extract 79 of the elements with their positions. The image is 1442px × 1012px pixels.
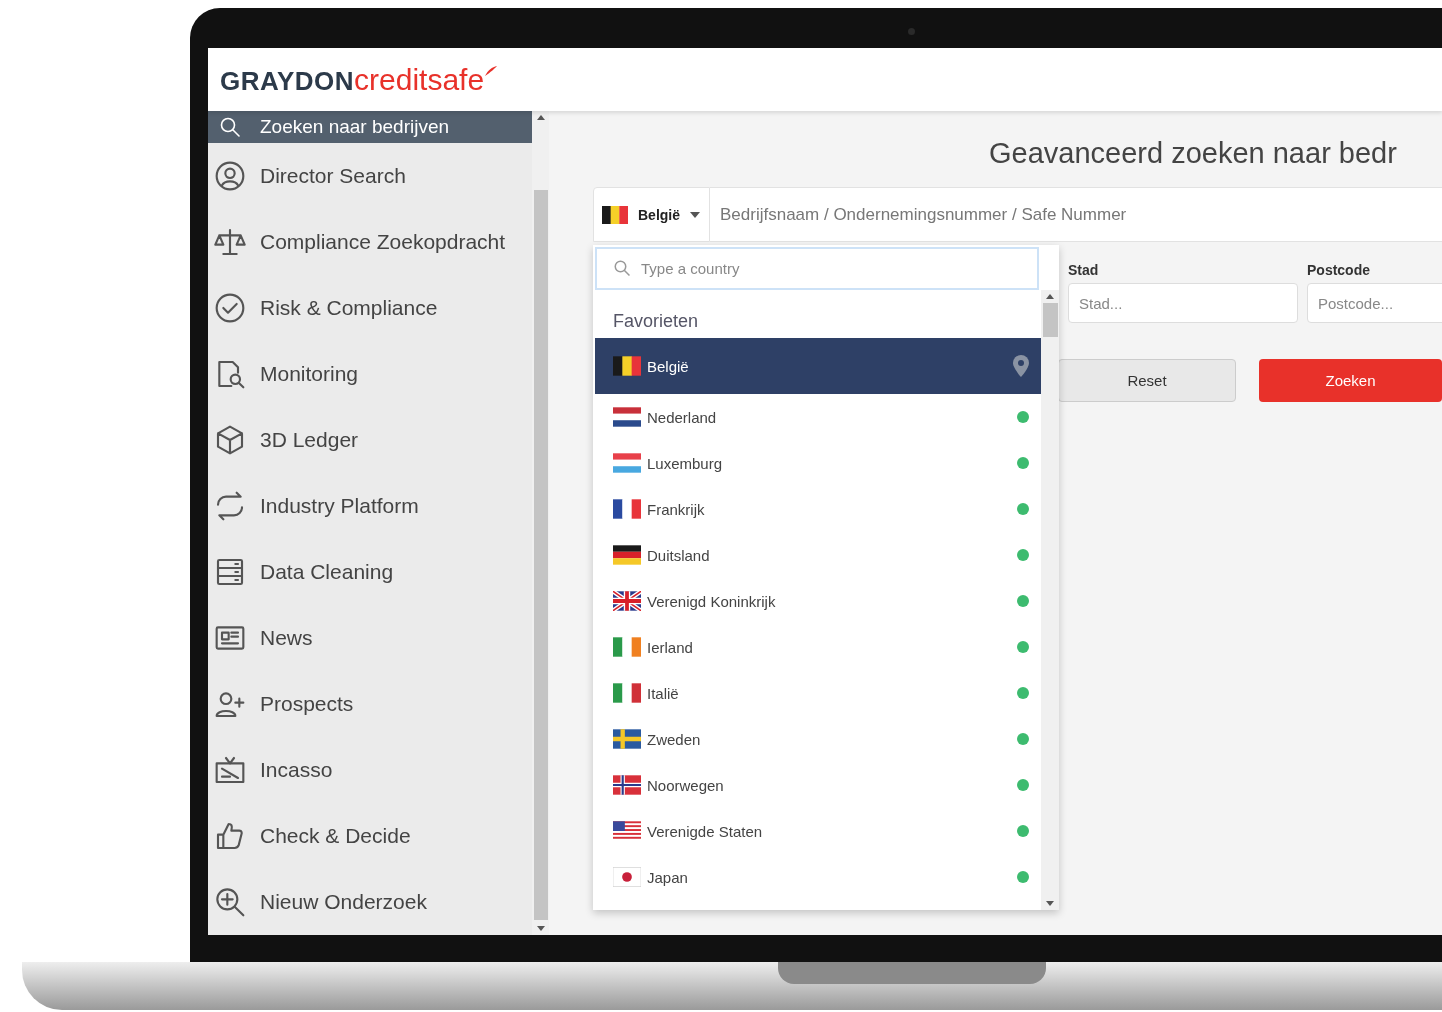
country-option[interactable]: Nederland — [595, 394, 1041, 440]
scrollbar[interactable] — [1041, 290, 1059, 910]
status-dot — [1017, 457, 1029, 469]
group-heading: Favorieten — [612, 310, 700, 333]
search-icon — [613, 259, 631, 277]
sidebar-item[interactable]: Director Search — [208, 143, 532, 209]
caret-icon — [690, 211, 700, 218]
country-option[interactable]: Verenigde Staten — [595, 808, 1041, 854]
thumbs-up-icon — [214, 820, 246, 852]
search-field[interactable]: Bedrijfsnaam / Ondernemingsnummer / Safe Nummer — [710, 187, 1442, 242]
flag-icon — [613, 867, 641, 887]
status-dot — [1017, 411, 1029, 423]
flag-icon — [613, 499, 641, 519]
country-option[interactable]: Italië — [595, 670, 1041, 716]
sidebar-item[interactable]: Compliance Zoekopdracht — [208, 209, 532, 275]
input-field[interactable]: Stad... — [1068, 283, 1298, 323]
status-dot — [1017, 871, 1029, 883]
sidebar-item[interactable]: Risk & Compliance — [208, 275, 532, 341]
country-option[interactable]: Noorwegen — [595, 762, 1041, 808]
flag-icon — [613, 356, 641, 376]
country-option[interactable]: Luxemburg — [595, 440, 1041, 486]
flag-icon — [613, 637, 641, 657]
field-label: Stad — [1068, 262, 1100, 278]
country-option[interactable]: Duitsland — [595, 532, 1041, 578]
server-icon — [214, 556, 246, 588]
country-option[interactable]: België — [595, 338, 1041, 394]
check-circle-icon — [214, 292, 246, 324]
country-option[interactable]: Ierland — [595, 624, 1041, 670]
country-option[interactable]: Japan — [595, 854, 1041, 900]
brand-name: GRAYDON — [220, 65, 354, 97]
sidebar-item[interactable]: Check & Decide — [208, 803, 532, 869]
swoosh-icon — [484, 64, 499, 77]
cube-icon — [214, 424, 246, 456]
scrollbar[interactable] — [532, 111, 549, 935]
sidebar-item[interactable]: Data Cleaning — [208, 539, 532, 605]
scales-icon — [214, 226, 246, 258]
status-dot — [1017, 641, 1029, 653]
country-select[interactable]: België — [593, 187, 710, 242]
person-circle-icon — [214, 160, 246, 192]
flag-icon — [613, 591, 641, 611]
reset-button[interactable]: Reset — [1058, 359, 1237, 402]
sidebar-item[interactable]: Industry Platform — [208, 473, 532, 539]
flag-icon — [613, 407, 641, 427]
flag-icon — [613, 821, 641, 841]
sidebar-item[interactable]: Incasso — [208, 737, 532, 803]
sidebar-item[interactable]: 3D Ledger — [208, 407, 532, 473]
status-dot — [1017, 549, 1029, 561]
search-button[interactable]: Zoeken — [1259, 359, 1442, 402]
country-option[interactable]: Zweden — [595, 716, 1041, 762]
sidebar-item[interactable]: Monitoring — [208, 341, 532, 407]
sidebar-item[interactable]: News — [208, 605, 532, 671]
flag-icon — [613, 775, 641, 795]
arrows-cycle-icon — [214, 490, 246, 522]
flag-icon — [602, 205, 628, 224]
status-dot — [1017, 687, 1029, 699]
sidebar-item[interactable]: Zoeken naar bedrijven — [208, 111, 532, 143]
input-field[interactable]: Postcode... — [1307, 283, 1442, 323]
sidebar-item[interactable]: Prospects — [208, 671, 532, 737]
zoom-in-icon — [214, 886, 246, 918]
status-dot — [1017, 595, 1029, 607]
signboard-icon — [214, 754, 246, 786]
country-option[interactable]: Verenigd Koninkrijk — [595, 578, 1041, 624]
page-title: Geavanceerd zoeken naar bedr — [989, 137, 1398, 171]
status-dot — [1017, 733, 1029, 745]
country-search-field[interactable]: Type a country — [595, 247, 1039, 290]
status-dot — [1017, 779, 1029, 791]
location-pin-icon — [1013, 355, 1029, 377]
search-icon — [218, 115, 242, 139]
flag-icon — [613, 453, 641, 473]
flag-icon — [613, 545, 641, 565]
brand-name-suffix: creditsafe — [354, 62, 485, 97]
status-dot — [1017, 825, 1029, 837]
status-dot — [1017, 503, 1029, 515]
camera-icon — [908, 28, 915, 35]
flag-icon — [613, 729, 641, 749]
field-label: Postcode — [1307, 262, 1371, 278]
country-option[interactable]: Frankrijk — [595, 486, 1041, 532]
sidebar-item[interactable]: Nieuw Onderzoek — [208, 869, 532, 935]
flag-icon — [613, 683, 641, 703]
